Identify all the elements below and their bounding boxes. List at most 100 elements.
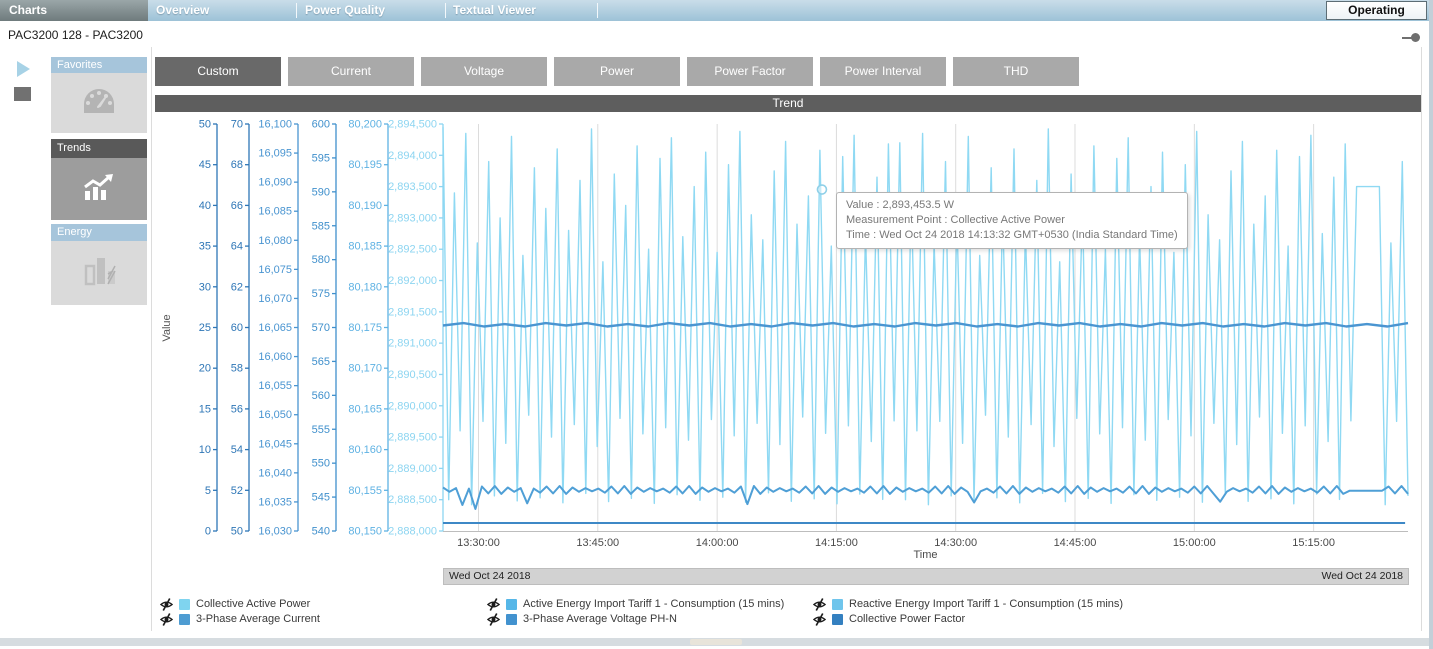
- eye-icon[interactable]: [487, 598, 500, 611]
- sidebar-item-favorites[interactable]: Favorites: [51, 57, 147, 73]
- filter-button-power[interactable]: Power: [554, 57, 680, 86]
- svg-text:2,894,500: 2,894,500: [388, 119, 437, 131]
- svg-text:2,893,000: 2,893,000: [388, 212, 437, 224]
- svg-text:70: 70: [231, 119, 243, 131]
- pin-icon[interactable]: [1402, 33, 1422, 42]
- svg-text:2,892,000: 2,892,000: [388, 275, 437, 287]
- tab-power-quality[interactable]: Power Quality: [305, 0, 385, 21]
- svg-text:50: 50: [199, 119, 211, 131]
- sidebar-item-energy[interactable]: Energy: [51, 224, 147, 241]
- legend-item[interactable]: Reactive Energy Import Tariff 1 - Consum…: [813, 597, 1123, 611]
- svg-text:14:15:00: 14:15:00: [815, 537, 858, 549]
- svg-text:16,050: 16,050: [258, 409, 292, 421]
- svg-text:560: 560: [312, 390, 330, 402]
- eye-icon[interactable]: [487, 613, 500, 626]
- nav-separator: [445, 3, 446, 18]
- sidebar-item-trends[interactable]: Trends: [51, 139, 147, 158]
- tooltip-measurement-point: Measurement Point : Collective Active Po…: [846, 213, 1178, 228]
- svg-text:68: 68: [231, 159, 243, 171]
- svg-text:80,190: 80,190: [348, 200, 382, 212]
- tab-textual-viewer[interactable]: Textual Viewer: [453, 0, 536, 21]
- app-window: Charts Overview Power Quality Textual Vi…: [0, 0, 1433, 649]
- time-range-scrollbar[interactable]: Wed Oct 24 2018 Wed Oct 24 2018: [443, 568, 1409, 585]
- collapse-square-icon[interactable]: [14, 87, 31, 101]
- svg-text:15:00:00: 15:00:00: [1173, 537, 1216, 549]
- svg-text:80,195: 80,195: [348, 159, 382, 171]
- trend-chart[interactable]: 0510152025303540455050525456586062646668…: [160, 112, 1421, 565]
- svg-text:54: 54: [231, 444, 243, 456]
- svg-text:13:30:00: 13:30:00: [457, 537, 500, 549]
- svg-text:16,090: 16,090: [258, 177, 292, 189]
- operating-button[interactable]: Operating: [1326, 1, 1427, 20]
- svg-text:570: 570: [312, 322, 330, 334]
- svg-text:16,100: 16,100: [258, 119, 292, 131]
- eye-icon[interactable]: [160, 598, 173, 611]
- legend-item[interactable]: 3-Phase Average Voltage PH-N: [487, 612, 677, 626]
- filter-button-current[interactable]: Current: [288, 57, 414, 86]
- sidebar-trends-tile[interactable]: [51, 158, 147, 220]
- svg-text:62: 62: [231, 281, 243, 293]
- y-axis-3: 16,03016,03516,04016,04516,05016,05516,0…: [258, 119, 298, 538]
- svg-text:540: 540: [312, 526, 330, 538]
- sidebar-energy-tile[interactable]: [51, 241, 147, 305]
- svg-text:2,893,500: 2,893,500: [388, 181, 437, 193]
- svg-text:58: 58: [231, 363, 243, 375]
- filter-button-power-interval[interactable]: Power Interval: [820, 57, 946, 86]
- svg-text:565: 565: [312, 356, 330, 368]
- top-nav-bar: Charts Overview Power Quality Textual Vi…: [0, 0, 1433, 21]
- sidebar-favorites-tile[interactable]: [51, 73, 147, 133]
- svg-text:60: 60: [231, 322, 243, 334]
- y-axis-5: 80,15080,15580,16080,16580,17080,17580,1…: [348, 119, 388, 538]
- filter-button-custom[interactable]: Custom: [155, 57, 281, 86]
- svg-text:25: 25: [199, 322, 211, 334]
- y-axis-6: 2,888,0002,888,5002,889,0002,889,5002,89…: [388, 119, 443, 538]
- series-color-swatch: [832, 599, 843, 610]
- horizontal-scrollbar-thumb[interactable]: [690, 639, 742, 645]
- svg-text:66: 66: [231, 200, 243, 212]
- nav-separator: [597, 3, 598, 18]
- range-end-date: Wed Oct 24 2018: [1321, 569, 1403, 584]
- svg-text:16,040: 16,040: [258, 467, 292, 479]
- svg-text:580: 580: [312, 254, 330, 266]
- filter-button-thd[interactable]: THD: [953, 57, 1079, 86]
- svg-text:14:00:00: 14:00:00: [696, 537, 739, 549]
- svg-text:10: 10: [199, 444, 211, 456]
- tab-overview[interactable]: Overview: [156, 0, 209, 21]
- legend-item[interactable]: Collective Power Factor: [813, 612, 965, 626]
- hover-point-marker: [817, 185, 826, 194]
- tooltip: Value : 2,893,453.5 W Measurement Point …: [836, 192, 1188, 249]
- svg-text:2,891,000: 2,891,000: [388, 338, 437, 350]
- svg-text:80,180: 80,180: [348, 281, 382, 293]
- svg-text:80,200: 80,200: [348, 119, 382, 131]
- legend-item[interactable]: Active Energy Import Tariff 1 - Consumpt…: [487, 597, 784, 611]
- eye-icon[interactable]: [160, 613, 173, 626]
- eye-icon[interactable]: [813, 613, 826, 626]
- legend-item[interactable]: Collective Active Power: [160, 597, 310, 611]
- svg-text:80,175: 80,175: [348, 322, 382, 334]
- series-collective-active-power: [443, 127, 1408, 505]
- filter-button-power-factor[interactable]: Power Factor: [687, 57, 813, 86]
- trend-up-icon: [79, 171, 119, 208]
- svg-text:45: 45: [199, 159, 211, 171]
- expand-arrow-icon[interactable]: [17, 61, 30, 77]
- svg-text:2,889,500: 2,889,500: [388, 432, 437, 444]
- svg-text:50: 50: [231, 526, 243, 538]
- legend-item[interactable]: 3-Phase Average Current: [160, 612, 320, 626]
- tab-charts[interactable]: Charts: [0, 0, 148, 21]
- svg-text:595: 595: [312, 152, 330, 164]
- filter-button-voltage[interactable]: Voltage: [421, 57, 547, 86]
- breadcrumb: PAC3200 128 - PAC3200: [8, 28, 143, 42]
- legend-label: 3-Phase Average Voltage PH-N: [523, 613, 677, 625]
- svg-text:16,060: 16,060: [258, 351, 292, 363]
- svg-text:16,075: 16,075: [258, 264, 292, 276]
- x-axis-labels: 13:30:00 13:45:00 14:00:00 14:15:00 14:30:00…: [457, 537, 1335, 549]
- svg-text:2,894,000: 2,894,000: [388, 150, 437, 162]
- svg-text:14:30:00: 14:30:00: [934, 537, 977, 549]
- legend-label: Reactive Energy Import Tariff 1 - Consum…: [849, 598, 1123, 610]
- svg-text:13:45:00: 13:45:00: [576, 537, 619, 549]
- svg-text:5: 5: [205, 485, 211, 497]
- svg-text:16,030: 16,030: [258, 526, 292, 538]
- eye-icon[interactable]: [813, 598, 826, 611]
- window-right-edge: [1429, 0, 1433, 649]
- y-axis-2: 5052545658606264666870: [231, 119, 249, 538]
